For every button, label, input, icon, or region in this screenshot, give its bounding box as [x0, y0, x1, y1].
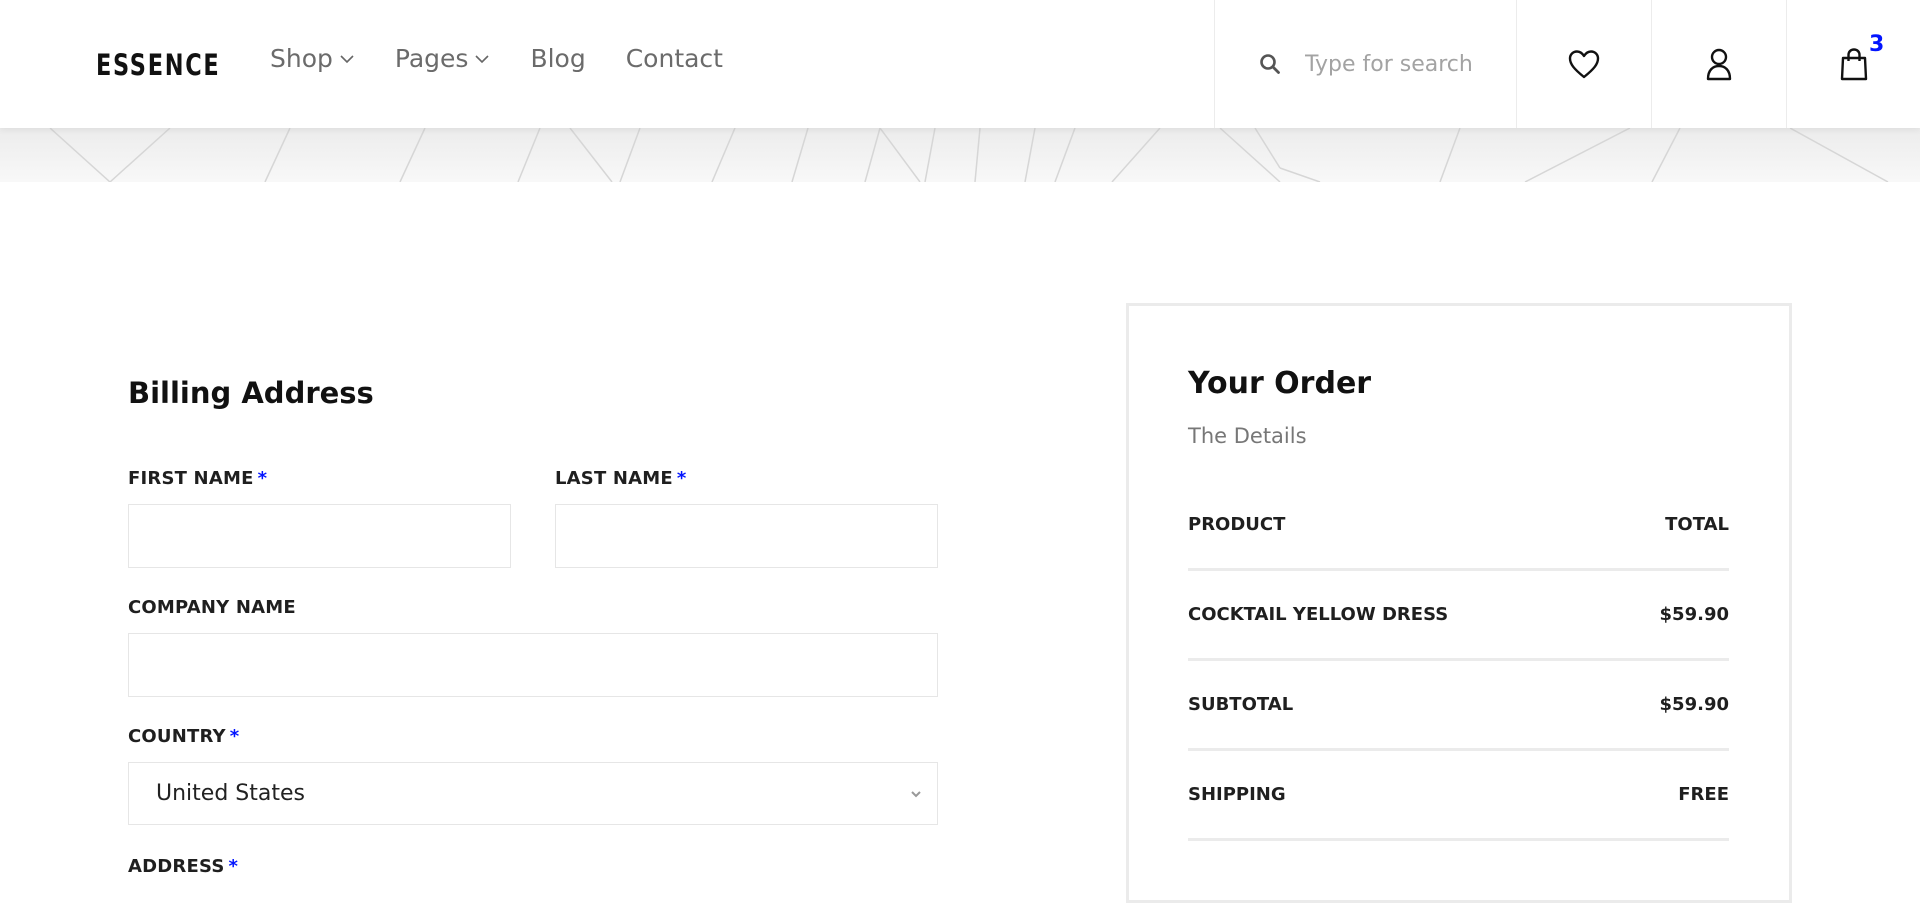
order-row-label: SHIPPING [1188, 784, 1286, 805]
heart-icon [1568, 50, 1600, 79]
address-label: ADDRESS * [128, 856, 238, 877]
nav-item-shop[interactable]: Shop [270, 44, 355, 73]
order-row-label: PRODUCT [1188, 514, 1286, 535]
order-row-label: COCKTAIL YELLOW DRESS [1188, 604, 1449, 625]
order-row-value: $59.90 [1659, 604, 1729, 625]
country-select[interactable]: United States [128, 762, 938, 825]
first-name-label-text: FIRST NAME [128, 468, 254, 489]
required-mark: * [257, 468, 268, 489]
search-input[interactable] [1305, 51, 1495, 77]
nav-item-label: Pages [394, 44, 469, 73]
search-icon[interactable] [1259, 53, 1281, 75]
account-button[interactable] [1651, 0, 1786, 128]
order-row-value: FREE [1678, 784, 1729, 805]
order-row-value: $59.90 [1659, 694, 1729, 715]
site-logo[interactable]: ESSENCE [96, 48, 220, 82]
first-name-field-wrapper [128, 504, 511, 568]
order-subtitle: The Details [1188, 424, 1307, 448]
required-mark: * [228, 856, 239, 877]
first-name-input[interactable] [129, 505, 510, 567]
shopping-bag-icon [1840, 48, 1867, 81]
country-label-text: COUNTRY [128, 726, 226, 747]
cart-button[interactable]: 3 [1786, 0, 1920, 128]
order-title: Your Order [1188, 366, 1372, 401]
user-icon [1706, 48, 1732, 81]
company-name-label: COMPANY NAME [128, 597, 296, 618]
required-mark: * [676, 468, 687, 489]
last-name-label-text: LAST NAME [555, 468, 673, 489]
company-name-field-wrapper [128, 633, 938, 697]
banner-pattern [49, 128, 1889, 182]
address-label-text: ADDRESS [128, 856, 225, 877]
last-name-input[interactable] [556, 505, 937, 567]
first-name-label: FIRST NAME * [128, 468, 267, 489]
nav-item-contact[interactable]: Contact [626, 44, 723, 73]
favorites-button[interactable] [1516, 0, 1651, 128]
last-name-field-wrapper [555, 504, 938, 568]
company-name-label-text: COMPANY NAME [128, 597, 296, 618]
order-subtotal-row: SUBTOTAL $59.90 [1188, 661, 1729, 751]
country-select-value: United States [156, 781, 305, 806]
header-search [1214, 0, 1516, 128]
cart-count-badge: 3 [1869, 32, 1885, 57]
company-name-input[interactable] [129, 634, 937, 696]
order-row-label: SUBTOTAL [1188, 694, 1294, 715]
chevron-down-icon [475, 54, 490, 63]
nav-item-pages[interactable]: Pages [395, 44, 491, 73]
chevron-down-icon [911, 791, 921, 798]
order-row-value: TOTAL [1665, 514, 1729, 535]
site-header: ESSENCE Shop Pages Blog Contact Type for… [0, 0, 1920, 128]
nav-item-label: Contact [625, 44, 723, 73]
required-mark: * [229, 726, 240, 747]
nav-item-label: Shop [270, 44, 333, 73]
chevron-down-icon [340, 54, 354, 63]
billing-address-title: Billing Address [128, 376, 374, 410]
main-nav: Shop Pages Blog Contact [270, 44, 763, 73]
order-header-row: PRODUCT TOTAL [1188, 481, 1729, 571]
order-product-row: COCKTAIL YELLOW DRESS $59.90 [1188, 571, 1729, 661]
nav-item-blog[interactable]: Blog [530, 44, 585, 73]
last-name-label: LAST NAME * [555, 468, 687, 489]
nav-item-label: Blog [530, 44, 586, 73]
country-label: COUNTRY * [128, 726, 239, 747]
breadcrumb-banner [0, 128, 1920, 182]
order-shipping-row: SHIPPING FREE [1188, 751, 1729, 841]
